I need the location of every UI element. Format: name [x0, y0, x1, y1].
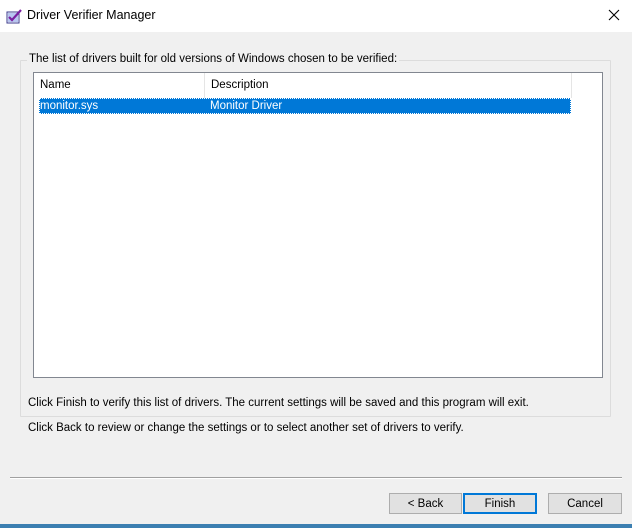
- drivers-list[interactable]: Name Description monitor.sys Monitor Dri…: [33, 72, 603, 378]
- back-button[interactable]: < Back: [389, 493, 462, 514]
- dialog-client-area: The list of drivers built for old versio…: [0, 32, 632, 528]
- drivers-groupbox: The list of drivers built for old versio…: [20, 53, 611, 417]
- close-button[interactable]: [596, 0, 632, 32]
- window-bottom-edge: [0, 524, 632, 528]
- cancel-button[interactable]: Cancel: [548, 493, 622, 514]
- separator-line: [10, 477, 622, 479]
- driver-name-cell: monitor.sys: [40, 100, 99, 112]
- driver-description-cell: Monitor Driver: [210, 100, 283, 112]
- close-icon: [608, 9, 620, 24]
- back-instruction-text: Click Back to review or change the setti…: [28, 422, 464, 434]
- title-bar[interactable]: Driver Verifier Manager: [0, 0, 632, 32]
- finish-instruction-text: Click Finish to verify this list of driv…: [28, 397, 529, 409]
- finish-button[interactable]: Finish: [463, 493, 537, 514]
- driver-verifier-checkmark-icon: [6, 8, 23, 24]
- groupbox-label: The list of drivers built for old versio…: [27, 53, 400, 65]
- driver-verifier-window: Driver Verifier Manager The list of driv…: [0, 0, 632, 528]
- window-title: Driver Verifier Manager: [27, 8, 156, 22]
- list-header: Name Description: [34, 73, 572, 98]
- list-item[interactable]: monitor.sys Monitor Driver: [39, 98, 571, 114]
- column-header-description[interactable]: Description: [205, 73, 572, 98]
- column-header-name[interactable]: Name: [34, 73, 205, 98]
